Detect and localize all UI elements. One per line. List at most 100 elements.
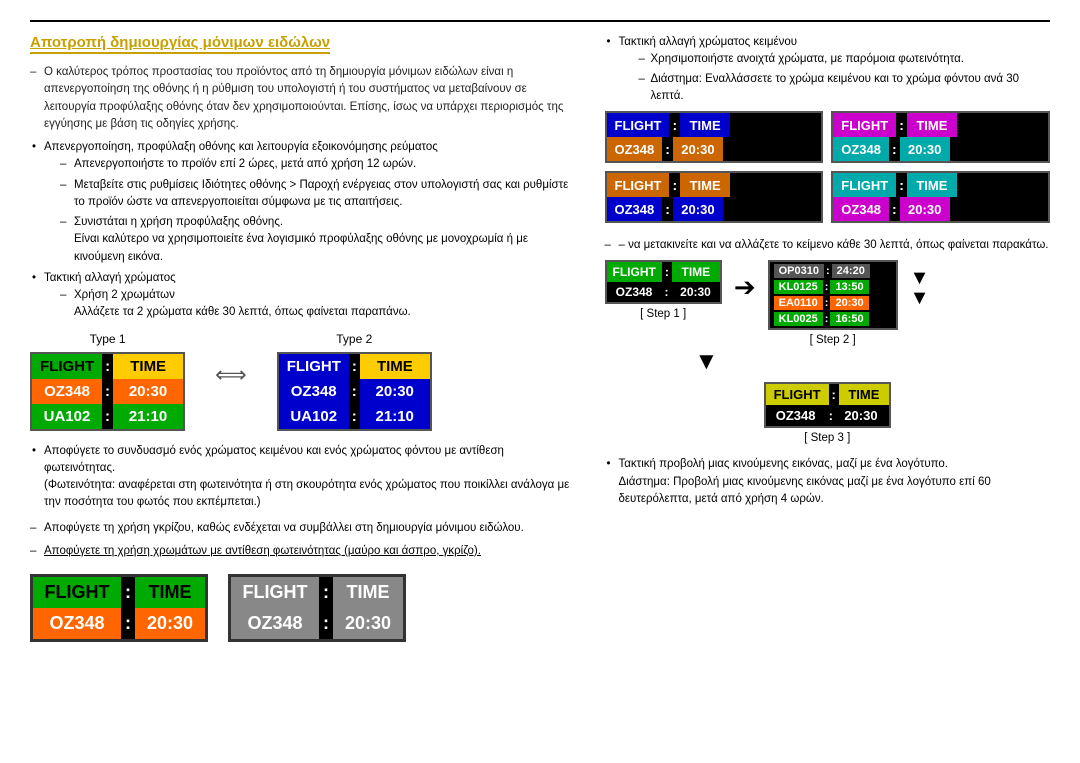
- s2-row1: OP0310 : 24:20: [774, 264, 892, 278]
- s1-flight: FLIGHT: [607, 262, 662, 282]
- step1-board: FLIGHT : TIME OZ348 : 20:30: [605, 260, 722, 304]
- gb3-hcolon: :: [669, 173, 680, 197]
- type1-row2: UA102 : 21:10: [32, 404, 183, 429]
- step3-label: [ Step 3 ]: [804, 432, 850, 444]
- grid-board-2: FLIGHT : TIME OZ348 : 20:30: [831, 111, 1050, 163]
- bullet-item-1: Απενεργοποίηση, προφύλαξη οθόνης και λει…: [30, 139, 575, 266]
- t2-row2-colon: :: [349, 404, 360, 429]
- gb3-2030: 20:30: [673, 197, 723, 221]
- s1-time: TIME: [672, 262, 720, 282]
- bullet-item-2: Τακτική αλλαγή χρώματος Χρήση 2 χρωμάτων…: [30, 270, 575, 322]
- s2-op0310: OP0310: [774, 264, 824, 278]
- gb3-header: FLIGHT : TIME: [607, 173, 822, 197]
- gb2-header: FLIGHT : TIME: [833, 113, 1048, 137]
- type1-label: Type 1: [90, 332, 126, 346]
- t1-2030: 20:30: [113, 379, 183, 404]
- t2-flight-label: FLIGHT: [279, 354, 349, 379]
- t2-time-label: TIME: [360, 354, 430, 379]
- bullet2-note: Αλλάζετε τα 2 χρώματα κάθε 30 λεπτά, όπω…: [74, 306, 411, 318]
- arrow-between-types: ⟺: [215, 332, 247, 388]
- t2-row1-colon: :: [349, 379, 360, 404]
- bb2-time: TIME: [333, 577, 403, 608]
- gb1-data: OZ348 : 20:30: [607, 137, 822, 161]
- s2-1350: 13:50: [830, 280, 868, 294]
- s2-c3: :: [823, 297, 831, 309]
- step2-to-step3-arrow: ▼: [605, 348, 1051, 376]
- s3-hcolon: :: [829, 384, 839, 405]
- gb1-time: TIME: [680, 113, 730, 137]
- s2-c4: :: [823, 313, 831, 325]
- s3-header: FLIGHT : TIME: [766, 384, 889, 405]
- s2-ea0110: EA0110: [774, 296, 823, 310]
- bb2-data: OZ348 : 20:30: [231, 608, 403, 639]
- step3-area: FLIGHT : TIME OZ348 : 20:30 [ Step 3 ]: [605, 382, 1051, 444]
- t1-flight-label: FLIGHT: [32, 354, 102, 379]
- bb1-2030: 20:30: [135, 608, 205, 639]
- s2-kl0025: KL0025: [774, 312, 823, 326]
- s1-dcolon: :: [662, 282, 672, 302]
- gb1-hcolon: :: [669, 113, 680, 137]
- t1-oz348: OZ348: [32, 379, 102, 404]
- bb1-data: OZ348 : 20:30: [33, 608, 205, 639]
- t2-2110: 21:10: [360, 404, 430, 429]
- s3-oz: OZ348: [766, 405, 826, 426]
- t1-ua102: UA102: [32, 404, 102, 429]
- right-bullet2-note: Διάστημα: Προβολή μιας κινούμενης εικόνα…: [619, 476, 991, 505]
- bullet1-note: Είναι καλύτερο να χρησιμοποιείτε ένα λογ…: [74, 233, 528, 262]
- gb3-dcolon: :: [662, 197, 673, 221]
- gb4-data: OZ348 : 20:30: [833, 197, 1048, 221]
- gb1-header: FLIGHT : TIME: [607, 113, 822, 137]
- s1-data: OZ348 : 20:30: [607, 282, 720, 302]
- s3-time: TIME: [839, 384, 889, 405]
- gb4-oz: OZ348: [833, 197, 889, 221]
- s2-row3: EA0110 : 20:30: [774, 296, 892, 310]
- main-bullet-list: Απενεργοποίηση, προφύλαξη οθόνης και λει…: [30, 139, 575, 322]
- s1-hcolon: :: [662, 262, 672, 282]
- type1-row1: OZ348 : 20:30: [32, 379, 183, 404]
- step1-block: FLIGHT : TIME OZ348 : 20:30 [ Step 1 ]: [605, 260, 722, 320]
- type2-block: Type 2 FLIGHT : TIME OZ348 : 20:30 UA102: [277, 332, 432, 431]
- gb2-dcolon: :: [889, 137, 900, 161]
- gb4-2030: 20:30: [900, 197, 950, 221]
- s1-header: FLIGHT : TIME: [607, 262, 720, 282]
- down-arrow-2: ▼: [910, 288, 930, 308]
- step1-label: [ Step 1 ]: [640, 308, 686, 320]
- bb2-header: FLIGHT : TIME: [231, 577, 403, 608]
- right-grid-boards: FLIGHT : TIME OZ348 : 20:30 FLIGHT : TIM…: [605, 111, 1051, 223]
- s3-2030: 20:30: [836, 405, 886, 426]
- bottom-board-2: FLIGHT : TIME OZ348 : 20:30: [228, 574, 406, 642]
- s2-kl0125: KL0125: [774, 280, 823, 294]
- bb2-2030: 20:30: [333, 608, 403, 639]
- type2-label: Type 2: [336, 332, 372, 346]
- gb3-oz: OZ348: [607, 197, 663, 221]
- gb4-dcolon: :: [889, 197, 900, 221]
- gb1-flight: FLIGHT: [607, 113, 670, 137]
- s2-2030: 20:30: [830, 296, 868, 310]
- gb2-flight: FLIGHT: [833, 113, 896, 137]
- right-dash-2: Διάστημα: Εναλλάσσετε το χρώμα κειμένου …: [639, 71, 1051, 106]
- gb4-flight: FLIGHT: [833, 173, 896, 197]
- gb4-hcolon: :: [896, 173, 907, 197]
- bullet3-note: (Φωτεινότητα: αναφέρεται στη φωτεινότητα…: [44, 479, 569, 508]
- bullet-item-3: Αποφύγετε το συνδυασμό ενός χρώματος κει…: [30, 443, 575, 512]
- type1-block: Type 1 FLIGHT : TIME OZ348 : 20:30 UA102: [30, 332, 185, 431]
- bb1-header: FLIGHT : TIME: [33, 577, 205, 608]
- right-dash-list: Χρησιμοποιήστε ανοιχτά χρώματα, με παρόμ…: [619, 51, 1051, 105]
- type2-row2: UA102 : 21:10: [279, 404, 430, 429]
- bullet2-dashes: Χρήση 2 χρωμάτων Αλλάζετε τα 2 χρώματα κ…: [44, 287, 575, 322]
- t1-time-label: TIME: [113, 354, 183, 379]
- bullet2-dash1: Χρήση 2 χρωμάτων Αλλάζετε τα 2 χρώματα κ…: [60, 287, 575, 322]
- top-divider: [30, 20, 1050, 22]
- left-column: Αποτροπή δημιουργίας μόνιμων ειδώλων Ο κ…: [30, 34, 575, 642]
- em-dash-2: Αποφύγετε τη χρήση χρωμάτων με αντίθεση …: [30, 543, 575, 560]
- s2-2420: 24:20: [832, 264, 870, 278]
- gb2-time: TIME: [907, 113, 957, 137]
- type1-board: FLIGHT : TIME OZ348 : 20:30 UA102 : 21:1…: [30, 352, 185, 431]
- right-bullet-list: Τακτική αλλαγή χρώματος κειμένου Χρησιμο…: [605, 34, 1051, 105]
- step1-to-step2-arrow: ➔: [734, 260, 756, 303]
- grid-board-1: FLIGHT : TIME OZ348 : 20:30: [605, 111, 824, 163]
- gb3-time: TIME: [680, 173, 730, 197]
- t2-2030: 20:30: [360, 379, 430, 404]
- bb1-hcolon: :: [121, 577, 135, 608]
- steps-intro-text: – να μετακινείτε και να αλλάζετε το κείμ…: [605, 237, 1051, 254]
